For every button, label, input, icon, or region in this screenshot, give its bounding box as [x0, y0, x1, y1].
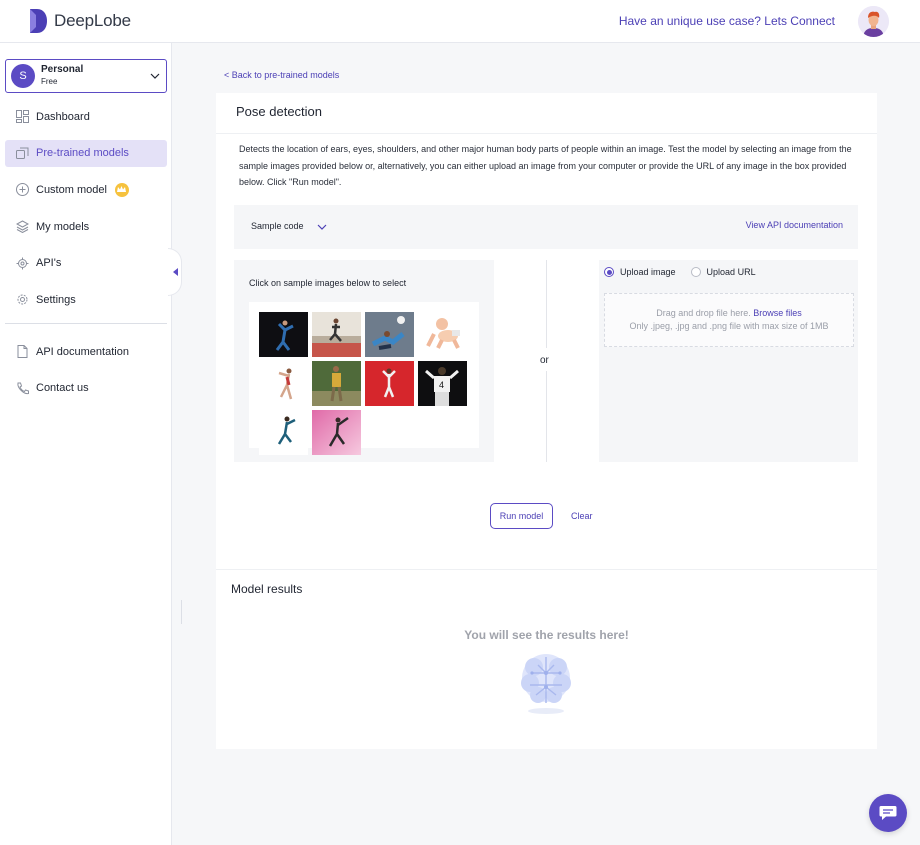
pretrained-models-icon	[16, 147, 29, 160]
sidebar-item-apis[interactable]: API's	[5, 250, 167, 277]
workspace-plan: Free	[41, 77, 58, 86]
sidebar-item-label: Contact us	[36, 382, 89, 395]
api-gear-icon	[16, 257, 29, 270]
samples-instruction: Click on sample images below to select	[249, 278, 407, 288]
document-icon	[16, 345, 29, 359]
upload-image-label[interactable]: Upload image	[620, 267, 676, 277]
brand-name: DeepLobe	[54, 11, 131, 30]
sidebar-item-custom-model[interactable]: Custom model	[5, 176, 167, 203]
sidebar-item-label: My models	[36, 220, 90, 233]
chevron-down-icon[interactable]	[317, 222, 327, 232]
model-card: Pose detection Detects the location of e…	[216, 93, 877, 749]
brain-illustration-icon	[521, 654, 571, 714]
crown-icon	[114, 182, 129, 197]
sidebar-item-label: Pre-trained models	[36, 147, 129, 160]
results-empty-message: You will see the results here!	[464, 628, 629, 642]
view-api-documentation-link[interactable]: View API documentation	[746, 220, 843, 230]
chevron-down-icon	[150, 73, 160, 79]
gear-icon	[16, 293, 29, 306]
dashboard-icon	[16, 110, 29, 123]
sidebar-item-pretrained-models[interactable]: Pre-trained models	[5, 139, 167, 167]
sample-image-man-park[interactable]	[312, 361, 361, 406]
deeplobe-logo[interactable]: DeepLobe	[28, 8, 131, 34]
upload-image-radio[interactable]	[604, 267, 614, 277]
sidebar-divider	[5, 323, 167, 325]
upload-url-label[interactable]: Upload URL	[707, 267, 756, 277]
sample-thumbnails: 4	[249, 302, 479, 455]
collapse-sidebar-toggle[interactable]	[168, 248, 182, 296]
workspace-avatar: S	[11, 64, 35, 88]
sidebar-item-api-documentation[interactable]: API documentation	[5, 338, 167, 365]
lets-connect-link[interactable]: Have an unique use case? Lets Connect	[619, 14, 835, 28]
page-title: Pose detection	[236, 104, 323, 119]
sample-image-runner-track[interactable]	[312, 312, 361, 357]
title-divider	[216, 133, 877, 134]
user-avatar[interactable]	[858, 6, 889, 37]
sidebar-item-settings[interactable]: Settings	[5, 286, 167, 313]
phone-icon	[16, 382, 29, 395]
sidebar-item-label: API documentation	[36, 345, 129, 358]
or-divider-top	[546, 260, 547, 348]
sidebar-item-label: API's	[36, 257, 62, 270]
upload-panel: Upload image Upload URL Drag and drop fi…	[599, 260, 858, 462]
dropzone-hint: Only .jpeg, .jpg and .png file with max …	[629, 321, 829, 331]
collapse-arrow-icon	[173, 268, 178, 276]
or-divider-bottom	[546, 371, 547, 462]
sample-code-toggle[interactable]: Sample code	[251, 221, 304, 231]
upload-mode-options: Upload image Upload URL	[604, 267, 756, 277]
sample-images-panel: Click on sample images below to select 4	[234, 260, 494, 462]
svg-text:4: 4	[439, 380, 444, 390]
browse-files-link[interactable]: Browse files	[753, 308, 802, 318]
top-bar: DeepLobe Have an unique use case? Lets C…	[0, 0, 920, 43]
sample-image-baby-crawling[interactable]	[418, 312, 467, 357]
sample-image-red-jump[interactable]	[365, 361, 414, 406]
workspace-name: Personal	[41, 64, 84, 75]
sidebar-nav: Dashboard Pre-trained models Custom mode…	[5, 103, 167, 412]
sample-code-bar: Sample code View API documentation	[234, 205, 858, 249]
layers-icon	[16, 220, 29, 234]
results-divider	[216, 569, 877, 570]
dropzone-text: Drag and drop file here.	[656, 308, 751, 318]
sidebar-item-my-models[interactable]: My models	[5, 213, 167, 240]
model-description: Detects the location of ears, eyes, shou…	[239, 144, 852, 187]
upload-url-radio[interactable]	[690, 267, 701, 277]
clear-button[interactable]: Clear	[571, 511, 593, 521]
sample-image-dancer-leap[interactable]	[259, 410, 308, 455]
or-label: or	[540, 355, 549, 366]
sample-image-dancer-dark[interactable]	[259, 312, 308, 357]
plus-circle-icon	[16, 183, 29, 197]
back-to-pretrained-link[interactable]: < Back to pre-trained models	[224, 70, 339, 80]
sidebar-item-label: Dashboard	[36, 110, 90, 123]
file-dropzone[interactable]: Drag and drop file here. Browse files On…	[604, 293, 854, 347]
sample-image-soccer-kick[interactable]	[365, 312, 414, 357]
deeplobe-logo-icon	[30, 9, 47, 33]
run-model-button[interactable]: Run model	[490, 503, 553, 529]
workspace-selector[interactable]: S Personal Free	[5, 59, 167, 93]
sidebar: S Personal Free Dashboard Pre-trained mo…	[0, 43, 172, 845]
sidebar-item-label: Settings	[36, 293, 76, 306]
sample-image-pink-dancer[interactable]	[312, 410, 361, 455]
sidebar-item-contact-us[interactable]: Contact us	[5, 375, 167, 402]
user-avatar-icon	[858, 6, 889, 37]
results-title: Model results	[231, 582, 303, 596]
chat-bubble-icon	[879, 806, 897, 820]
scroll-indicator	[181, 600, 182, 624]
chat-button[interactable]	[869, 794, 907, 832]
sample-image-football-player[interactable]: 4	[418, 361, 467, 406]
sidebar-item-dashboard[interactable]: Dashboard	[5, 103, 167, 130]
sidebar-item-label: Custom model	[36, 183, 107, 196]
sample-image-martial-arts[interactable]	[259, 361, 308, 406]
